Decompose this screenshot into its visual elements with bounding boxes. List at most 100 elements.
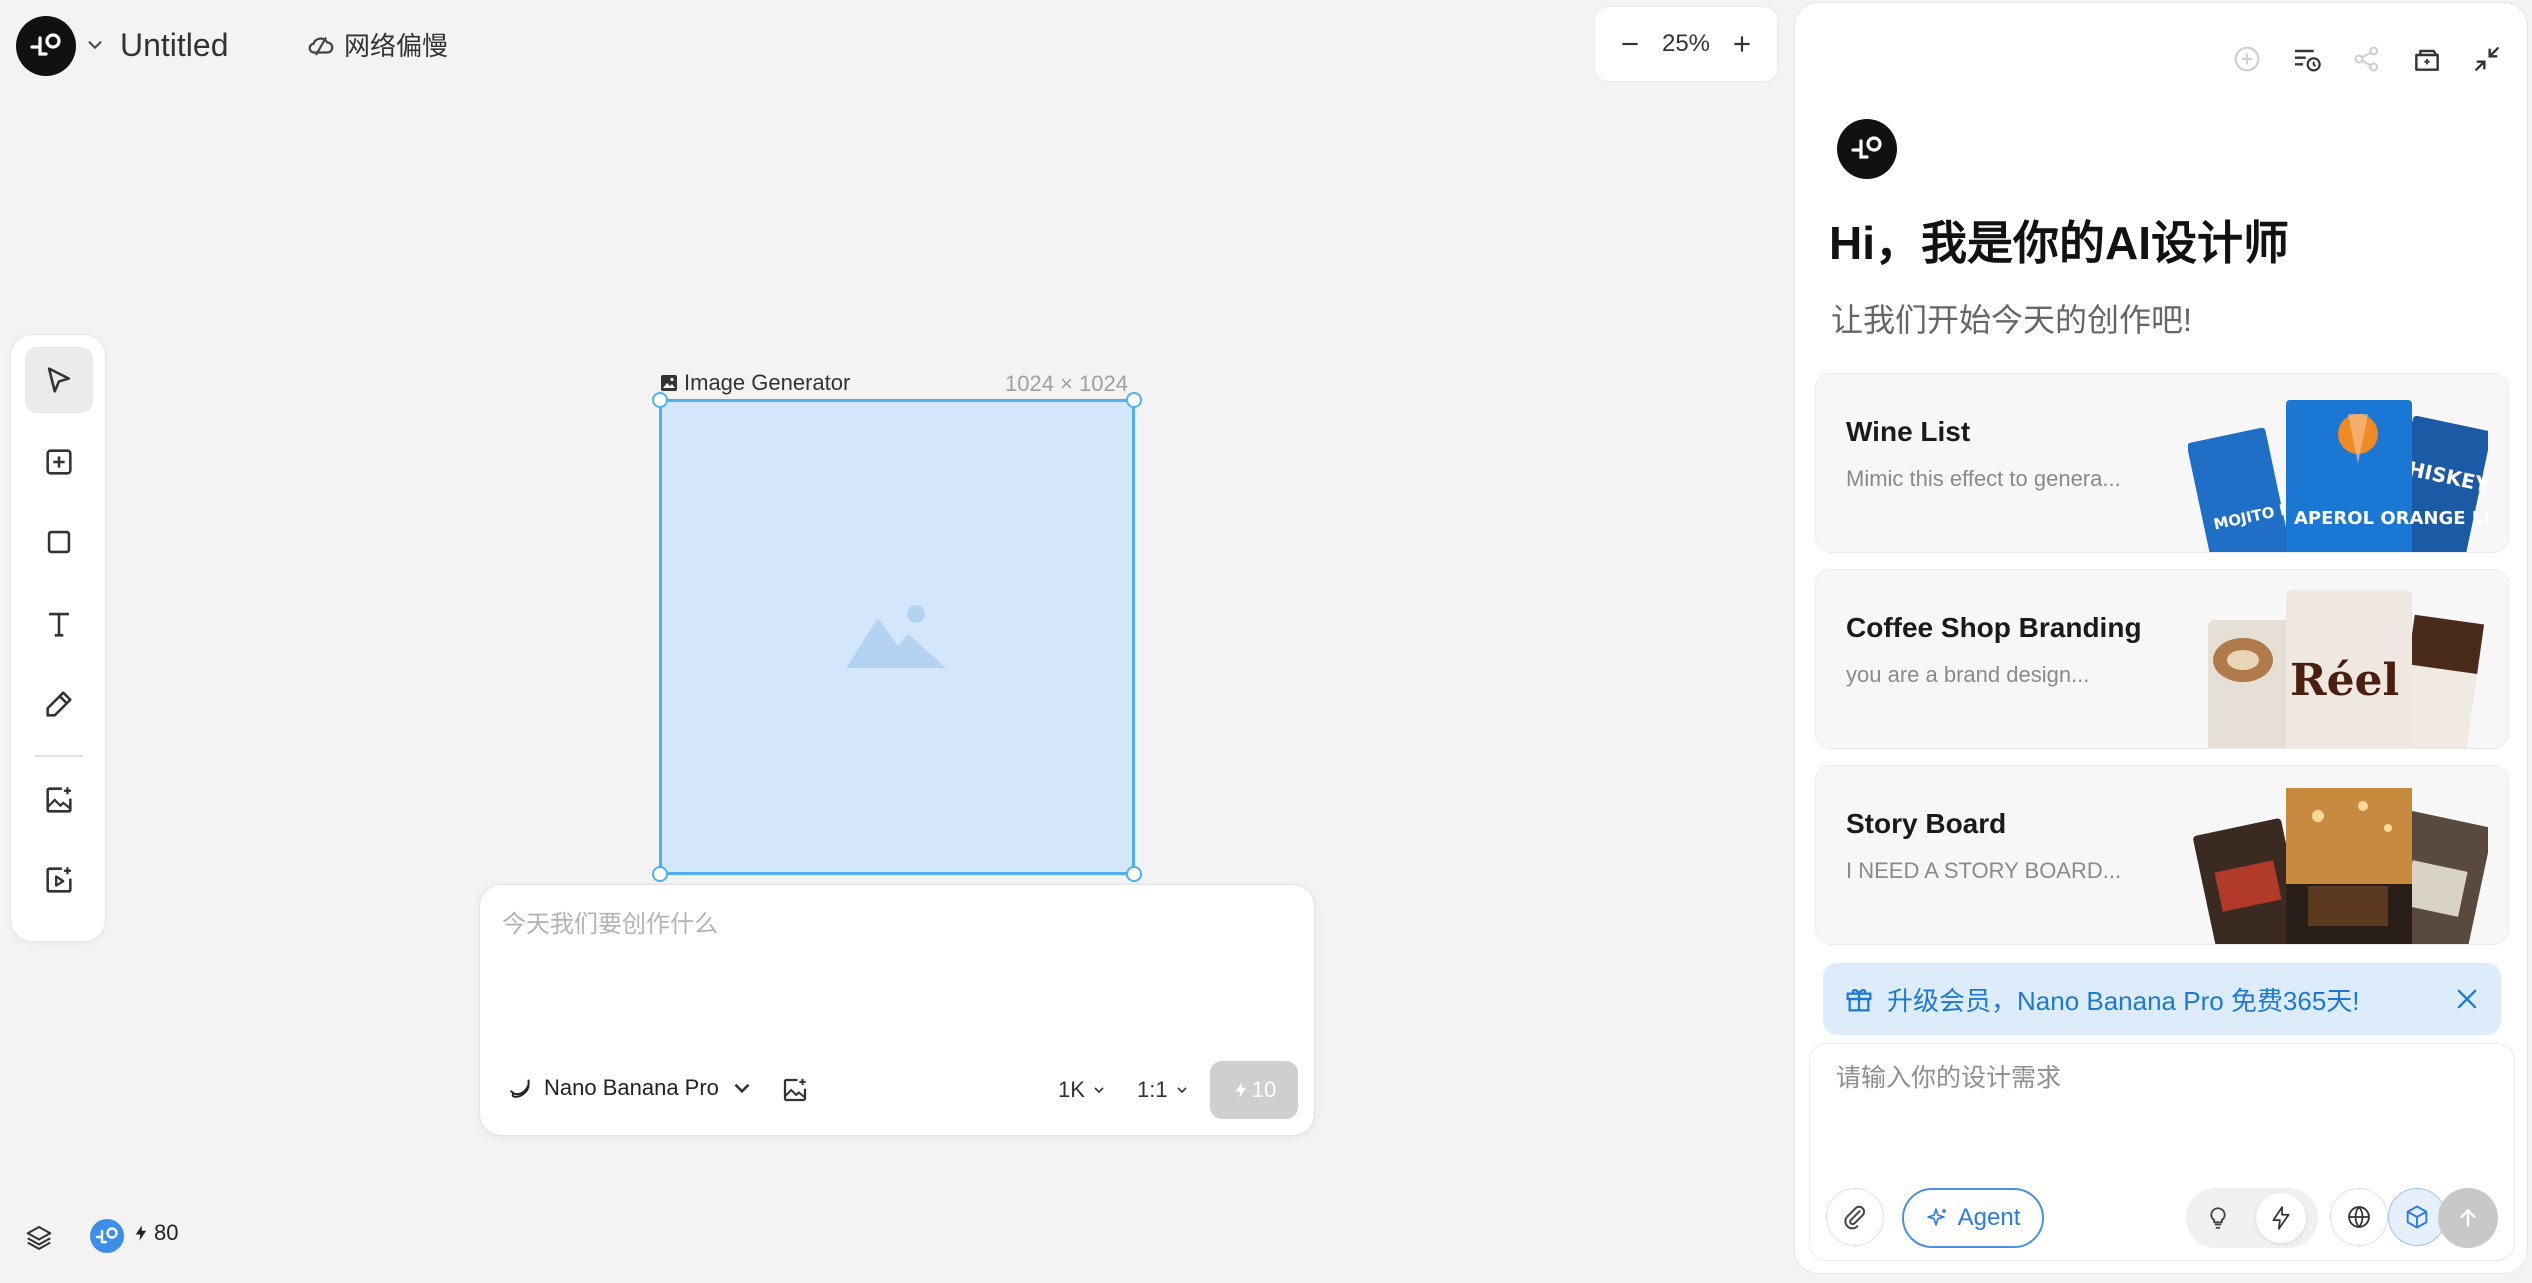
agent-label: Agent: [1957, 1204, 2021, 1231]
greeting-subtitle: 让我们开始今天的创作吧!: [1831, 302, 2192, 338]
template-card-wine-list[interactable]: Wine List Mimic this effect to genera...…: [1815, 373, 2509, 553]
text-icon: [49, 612, 69, 637]
credits-value: 80: [154, 1220, 179, 1245]
image-icon: [661, 375, 677, 391]
chevron-down-icon: [1177, 1087, 1187, 1094]
assistant-logo: [1837, 119, 1897, 179]
card-description: you are a brand design...: [1846, 662, 2090, 687]
add-frame-tool[interactable]: [25, 429, 93, 495]
resize-handle-top-left[interactable]: [652, 392, 668, 408]
chat-input[interactable]: [1836, 1064, 2486, 1093]
frame-dimensions: 1024 × 1024: [1005, 371, 1128, 396]
promo-text: 升级会员，Nano Banana Pro 免费365天!: [1887, 985, 2360, 1016]
square-icon: [47, 530, 71, 554]
pencil-icon: [46, 691, 72, 717]
zoom-in-icon[interactable]: [1729, 31, 1755, 57]
wine-list-thumbnail: MOJITO MINT FRESH HISKEY APEROL ORANGE L…: [2188, 400, 2488, 552]
image-sparkle-icon: [46, 787, 72, 813]
toolbar-divider: [35, 755, 83, 757]
logo-icon: [30, 33, 61, 56]
frame-label[interactable]: Image Generator: [660, 370, 850, 396]
card-title: Wine List: [1846, 416, 1971, 447]
card-description: Mimic this effect to genera...: [1846, 466, 2121, 491]
upgrade-promo-banner[interactable]: 升级会员，Nano Banana Pro 免费365天!: [1823, 963, 2501, 1035]
lightning-icon: [1235, 1082, 1246, 1098]
fast-mode-button[interactable]: [2256, 1193, 2306, 1243]
generate-button[interactable]: 10: [1210, 1061, 1298, 1119]
pen-tool[interactable]: [25, 671, 93, 737]
network-status-label: 网络偏慢: [344, 31, 449, 61]
collapse-icon[interactable]: [2471, 43, 2503, 75]
logo-icon: [1851, 136, 1882, 159]
generate-cost: 10: [1251, 1077, 1277, 1102]
model-name: Nano Banana Pro: [544, 1075, 719, 1100]
rectangle-tool[interactable]: [25, 509, 93, 575]
chat-composer: Agent: [1809, 1043, 2515, 1261]
lightning-icon: [135, 1225, 147, 1241]
history-icon[interactable]: [2291, 43, 2323, 75]
coffee-art-text: Réel: [2290, 655, 2399, 706]
user-avatar[interactable]: [90, 1219, 124, 1253]
mode-toggle: [2186, 1188, 2318, 1248]
resize-handle-top-right[interactable]: [1126, 392, 1142, 408]
zoom-level[interactable]: 25%: [1662, 30, 1710, 58]
arrow-up-icon: [2460, 1209, 2476, 1227]
plus-square-icon: [46, 449, 72, 475]
banana-icon: [510, 1079, 530, 1098]
reference-image-icon[interactable]: [780, 1075, 810, 1105]
close-icon[interactable]: [2453, 985, 2481, 1013]
globe-icon: [2348, 1206, 2370, 1228]
aspect-ratio-select[interactable]: 1:1: [1137, 1077, 1190, 1103]
wine-art-center: APEROL ORANGE LIGHT: [2294, 508, 2488, 529]
send-button[interactable]: [2438, 1188, 2498, 1248]
pointer-icon: [47, 367, 71, 393]
image-generate-tool[interactable]: [25, 767, 93, 833]
paperclip-icon: [1844, 1205, 1866, 1230]
ai-assistant-panel: Hi，我是你的AI设计师 让我们开始今天的创作吧! Wine List Mimi…: [1794, 2, 2528, 1274]
greeting-title: Hi，我是你的AI设计师: [1829, 217, 2289, 269]
zoom-out-icon[interactable]: [1617, 31, 1643, 57]
resolution-select[interactable]: 1K: [1058, 1077, 1107, 1103]
sparkle-icon: [1926, 1208, 1946, 1226]
text-tool[interactable]: [25, 591, 93, 657]
chevron-down-icon: [734, 1083, 750, 1094]
attach-button[interactable]: [1826, 1188, 1884, 1246]
video-generate-tool[interactable]: [25, 847, 93, 913]
agent-mode-button[interactable]: Agent: [1902, 1188, 2044, 1248]
cloud-off-icon: [308, 36, 334, 56]
card-description: I NEED A STORY BOARD...: [1846, 858, 2122, 883]
prompt-input[interactable]: [502, 911, 1282, 939]
lightning-icon: [2272, 1206, 2290, 1230]
assets-icon[interactable]: [2411, 43, 2443, 75]
zoom-control: 25%: [1594, 6, 1778, 82]
credits-balance: 80: [132, 1220, 178, 1246]
template-card-coffee-branding[interactable]: Coffee Shop Branding you are a brand des…: [1815, 569, 2509, 749]
card-title: Story Board: [1846, 808, 2007, 839]
frame-label-text: Image Generator: [684, 370, 851, 395]
resize-handle-bottom-right[interactable]: [1126, 866, 1142, 882]
network-status: 网络偏慢: [306, 26, 448, 63]
story-board-thumbnail: [2193, 788, 2488, 944]
layers-icon[interactable]: [24, 1222, 54, 1252]
prompt-panel: Nano Banana Pro 1K 1:1 10: [479, 884, 1315, 1136]
model-select[interactable]: Nano Banana Pro: [508, 1075, 755, 1101]
select-tool[interactable]: [25, 347, 93, 413]
cube-icon: [2406, 1205, 2428, 1229]
lightbulb-icon: [2210, 1207, 2226, 1229]
left-toolbar: [10, 334, 106, 942]
gift-icon: [1846, 989, 1872, 1012]
share-icon[interactable]: [2351, 43, 2383, 75]
web-search-button[interactable]: [2330, 1188, 2388, 1246]
document-title[interactable]: Untitled: [120, 22, 229, 68]
chevron-down-icon: [1094, 1087, 1104, 1094]
app-logo[interactable]: [16, 16, 76, 76]
resolution-value: 1K: [1058, 1077, 1085, 1102]
template-card-story-board[interactable]: Story Board I NEED A STORY BOARD...: [1815, 765, 2509, 945]
idea-mode-button[interactable]: [2194, 1194, 2242, 1242]
new-chat-icon[interactable]: [2231, 43, 2263, 75]
image-placeholder-icon: [846, 605, 946, 668]
coffee-branding-thumbnail: Réel: [2208, 590, 2485, 748]
video-sparkle-icon: [46, 867, 72, 893]
resize-handle-bottom-left[interactable]: [652, 866, 668, 882]
chevron-down-icon[interactable]: [84, 34, 106, 56]
